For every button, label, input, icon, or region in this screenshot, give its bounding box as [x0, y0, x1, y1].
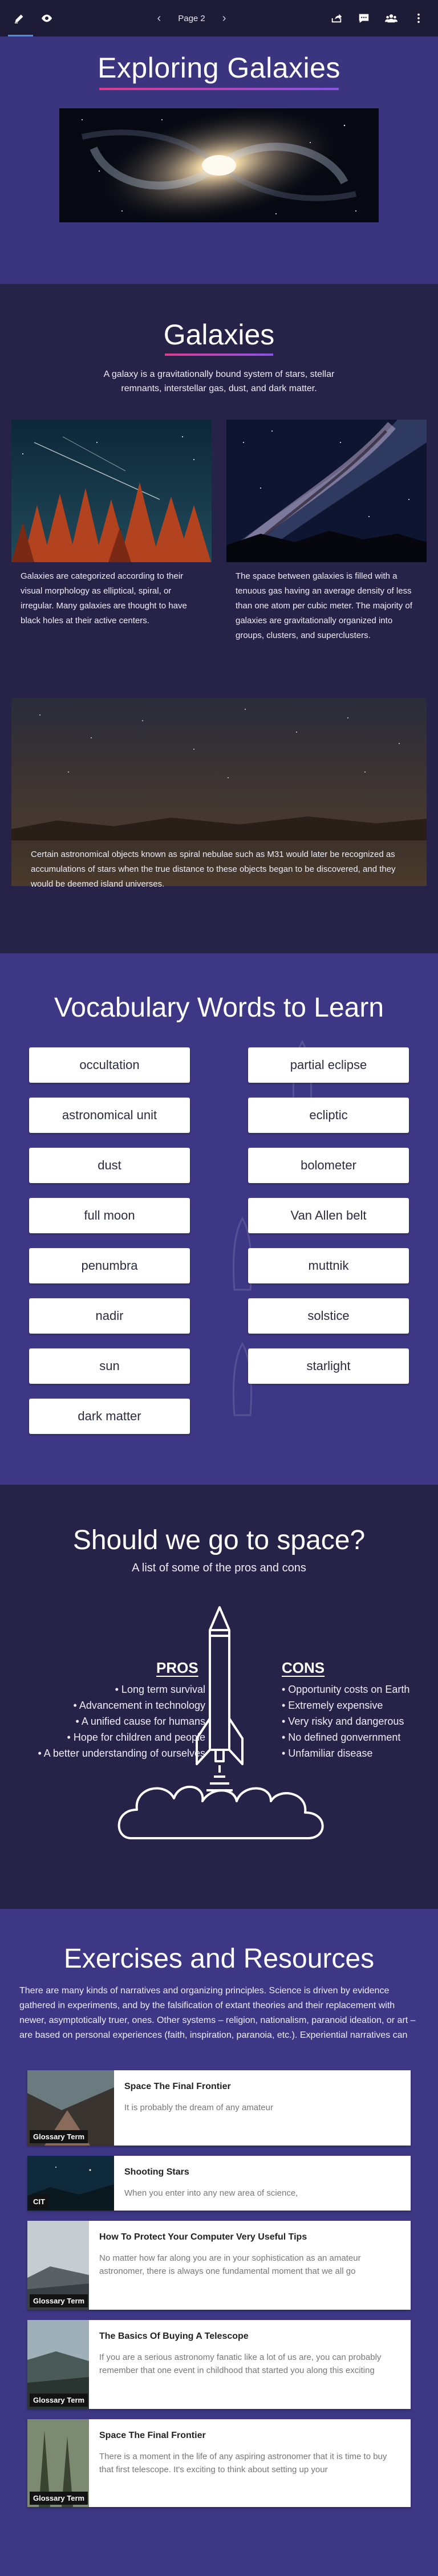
card-tag: Glossary Term: [30, 2294, 88, 2307]
resource-card[interactable]: Glossary Term The Basics Of Buying A Tel…: [27, 2320, 411, 2409]
cons-heading: CONS: [282, 1659, 325, 1676]
more-options-icon[interactable]: [407, 7, 430, 30]
vocab-card[interactable]: astronomical unit: [29, 1098, 190, 1133]
active-tab-indicator: [8, 35, 33, 36]
vocabulary-section: Vocabulary Words to Learn occultation pa…: [0, 953, 438, 1485]
space-heading: Should we go to space?: [72, 1525, 366, 1555]
exercises-section: Exercises and Resources There are many k…: [0, 1909, 438, 2576]
prev-page-button[interactable]: ‹: [157, 12, 161, 25]
card-thumbnail: Glossary Term: [27, 2221, 89, 2310]
galaxies-left-column: Galaxies are categorized according to th…: [11, 420, 212, 650]
meteor-forest-image: [11, 420, 212, 562]
pros-list: • Long term survival • Advancement in te…: [38, 1681, 206, 1761]
top-toolbar: ‹ Page 2 ›: [0, 0, 438, 36]
hero-section: Exploring Galaxies: [0, 36, 438, 284]
vocab-card[interactable]: ecliptic: [248, 1098, 409, 1133]
card-thumbnail: Glossary Term: [27, 2070, 114, 2146]
galaxies-left-text: Galaxies are categorized according to th…: [21, 571, 187, 625]
card-text: No matter how far along you are in your …: [99, 2253, 361, 2276]
galaxies-section: Galaxies A galaxy is a gravitationally b…: [0, 284, 438, 953]
vocab-card[interactable]: full moon: [29, 1198, 190, 1233]
galaxies-wide-panel: Certain astronomical objects known as sp…: [11, 698, 427, 889]
card-thumbnail: Glossary Term: [27, 2419, 89, 2507]
cons-item: • Opportunity costs on Earth: [282, 1684, 410, 1695]
share-icon[interactable]: [325, 7, 348, 30]
vocab-card[interactable]: nadir: [29, 1298, 190, 1334]
card-text: When you enter into any new area of scie…: [124, 2188, 298, 2198]
card-thumbnail: CIT: [27, 2156, 114, 2211]
vocab-card[interactable]: partial eclipse: [248, 1047, 409, 1083]
galaxies-right-column: The space between galaxies is filled wit…: [226, 420, 427, 650]
vocab-card[interactable]: solstice: [248, 1298, 409, 1334]
pros-item: • Advancement in technology: [73, 1700, 205, 1711]
next-page-button[interactable]: ›: [222, 12, 226, 25]
page-navigator: ‹ Page 2 ›: [157, 12, 226, 25]
card-text: If you are a serious astronomy fanatic l…: [99, 2352, 382, 2375]
vocab-card[interactable]: bolometer: [248, 1148, 409, 1183]
resource-card[interactable]: Glossary Term How To Protect Your Comput…: [27, 2221, 411, 2310]
pros-item: • Long term survival: [115, 1684, 205, 1695]
vocab-card[interactable]: occultation: [29, 1047, 190, 1083]
night-sky-landscape-image: [11, 698, 427, 840]
milky-way-image: [226, 420, 427, 562]
edit-pencil-icon[interactable]: [8, 7, 31, 30]
group-users-icon[interactable]: [380, 7, 403, 30]
cons-item: • Very risky and dangerous: [282, 1716, 404, 1727]
resource-card[interactable]: CIT Shooting Stars When you enter into a…: [27, 2156, 411, 2211]
spiral-galaxy-image: [59, 108, 379, 222]
pros-item: • Hope for children and people: [67, 1732, 205, 1743]
page-label: Page 2: [178, 13, 205, 23]
card-tag: CIT: [30, 2195, 48, 2208]
card-tag: Glossary Term: [30, 2394, 88, 2407]
space-pros-cons-section: Should we go to space? A list of some of…: [0, 1485, 438, 1909]
cons-item: • Extremely expensive: [282, 1700, 383, 1711]
card-title[interactable]: Shooting Stars: [124, 2167, 298, 2177]
galaxies-heading: Galaxies: [163, 319, 275, 351]
pros-item: • A better understanding of ourselves: [38, 1748, 206, 1759]
cons-item: • Unfamiliar disease: [282, 1748, 373, 1759]
comments-icon[interactable]: [352, 7, 375, 30]
card-title[interactable]: The Basics Of Buying A Telescope: [99, 2331, 403, 2342]
card-tag: Glossary Term: [30, 2130, 88, 2143]
page-title: Exploring Galaxies: [98, 52, 340, 84]
vocabulary-heading: Vocabulary Words to Learn: [54, 993, 384, 1023]
galaxies-right-text: The space between galaxies is filled wit…: [236, 571, 412, 640]
vocab-card[interactable]: starlight: [248, 1348, 409, 1384]
pros-heading: PROS: [156, 1659, 198, 1676]
vocab-card[interactable]: sun: [29, 1348, 190, 1384]
card-title[interactable]: How To Protect Your Computer Very Useful…: [99, 2232, 403, 2242]
cons-list: • Opportunity costs on Earth • Extremely…: [282, 1681, 409, 1761]
preview-eye-icon[interactable]: [35, 7, 58, 30]
galaxies-intro: A galaxy is a gravitationally bound syst…: [103, 369, 335, 393]
card-title[interactable]: Space The Final Frontier: [124, 2082, 273, 2092]
vocabulary-grid: occultation partial eclipse astronomical…: [0, 1047, 438, 1434]
card-thumbnail: Glossary Term: [27, 2320, 89, 2409]
vocab-card[interactable]: Van Allen belt: [248, 1198, 409, 1233]
vocab-card[interactable]: dark matter: [29, 1399, 190, 1434]
pros-item: • A unified cause for humans: [75, 1716, 205, 1727]
exercises-intro: There are many kinds of narratives and o…: [19, 1986, 416, 2040]
title-underline: [99, 88, 339, 90]
resource-card[interactable]: Glossary Term Space The Final Frontier I…: [27, 2070, 411, 2146]
exercises-heading: Exercises and Resources: [63, 1944, 375, 1974]
galaxies-underline: [165, 354, 273, 356]
card-text: There is a moment in the life of any asp…: [99, 2452, 387, 2475]
resource-cards: Glossary Term Space The Final Frontier I…: [27, 2070, 411, 2507]
cons-item: • No defined gonvernment: [282, 1732, 401, 1743]
resource-card[interactable]: Glossary Term Space The Final Frontier T…: [27, 2419, 411, 2507]
card-title[interactable]: Space The Final Frontier: [99, 2431, 403, 2441]
vocab-card[interactable]: penumbra: [29, 1248, 190, 1283]
vocab-card[interactable]: muttnik: [248, 1248, 409, 1283]
galaxies-wide-text: Certain astronomical objects known as sp…: [31, 850, 396, 889]
card-tag: Glossary Term: [30, 2492, 88, 2505]
space-subtitle: A list of some of the pros and cons: [132, 1562, 306, 1574]
card-text: It is probably the dream of any amateur: [124, 2103, 273, 2112]
vocab-card[interactable]: dust: [29, 1148, 190, 1183]
